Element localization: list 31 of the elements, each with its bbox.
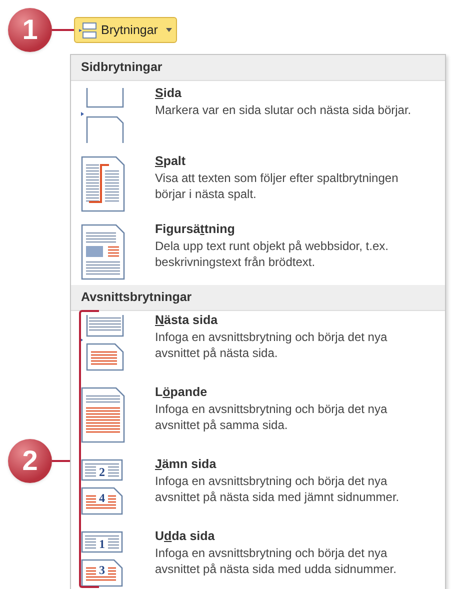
section-header: Avsnittsbrytningar [71,284,445,310]
item-title: Udda sida [155,528,216,544]
column-break-icon [79,154,127,213]
item-title: Spalt [155,152,187,169]
breaks-button[interactable]: Brytningar [74,17,177,43]
item-title: Löpande [155,384,208,400]
text-wrap-icon [79,222,127,281]
callout-badge: 2 [8,439,52,483]
menu-item[interactable]: Spalt Visa att texten som följer efter spaltbrytningen börjar i nästa spalt. [71,152,445,213]
item-title: Sida [155,84,182,101]
item-title: Figursättning [155,220,236,237]
menu-item[interactable]: 1 3 Udda sida Infoga en avsnittsbrytning och börja det nya avsnittet på nästa sida med udda sidnummer. [71,528,445,588]
continuous-break-icon [79,386,127,444]
menu-item[interactable]: Sida Markera var en sida slutar och nästa sida börjar. [71,84,445,145]
item-title: Jämn sida [155,456,218,472]
menu-item[interactable]: Figursättning Dela upp text runt objekt på webbsidor, t.ex. beskrivningstext från brödtext. [71,220,445,281]
menu-item[interactable]: 2 4 Jämn sida Infoga en avsnittsbrytning och börja det nya avsnittet på nästa sida med jämnt sidnummer. [71,456,445,516]
dropdown-caret-icon [166,28,172,32]
item-description: Infoga en avsnittsbrytning och börja det nya avsnittet på nästa sida med udda sidnummer. [155,544,398,576]
item-description: Infoga en avsnittsbrytning och börja det nya avsnittet på samma sida. [155,400,388,432]
menu-item[interactable]: Löpande Infoga en avsnittsbrytning och börja det nya avsnittet på samma sida. [71,384,445,444]
item-description: Dela upp text runt objekt på webbsidor, t.ex. beskrivningstext från brödtext. [155,238,390,270]
item-description: Markera var en sida slutar och nästa sida börjar. [155,102,412,118]
breaks-icon [79,21,97,39]
item-title: Nästa sida [155,312,219,328]
item-description: Infoga en avsnittsbrytning och börja det nya avsnittet på nästa sida med jämnt sidnummer. [155,472,400,504]
item-description: Visa att texten som följer efter spaltbrytningen börjar i nästa spalt. [155,170,400,202]
section-header: Sidbrytningar [71,55,445,81]
item-description: Infoga en avsnittsbrytning och börja det nya avsnittet på nästa sida. [155,328,388,360]
callout-badge: 1 [8,8,52,52]
menu-item[interactable]: Nästa sida Infoga en avsnittsbrytning och börja det nya avsnittet på nästa sida. [71,312,445,372]
